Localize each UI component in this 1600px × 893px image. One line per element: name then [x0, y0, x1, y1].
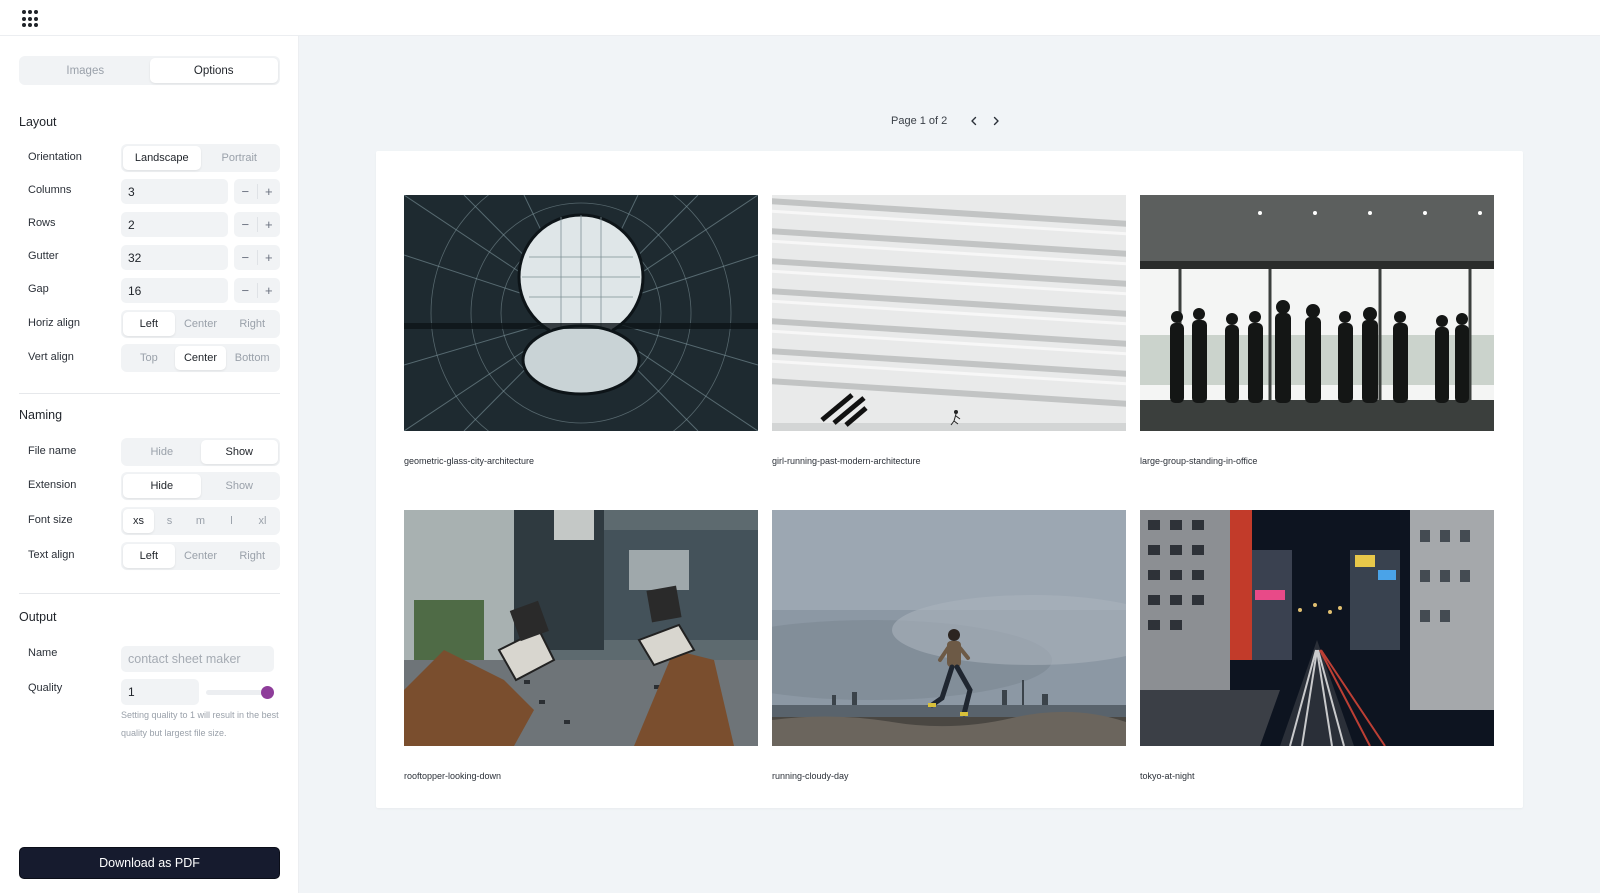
preview-area: Page 1 of 2 geometric-glass-city-archite…	[299, 36, 1600, 893]
orientation-label: Orientation	[28, 151, 82, 163]
image-thumbnail[interactable]	[1140, 510, 1494, 746]
tab-images[interactable]: Images	[21, 58, 150, 83]
runner-photo-icon	[772, 510, 1126, 746]
quality-slider-thumb[interactable]	[261, 686, 274, 699]
image-thumbnail[interactable]	[772, 195, 1126, 431]
gap-increment-button[interactable]: +	[258, 278, 281, 303]
vert-align-bottom-option[interactable]: Bottom	[226, 346, 278, 370]
output-name-input[interactable]	[121, 646, 274, 672]
section-divider	[19, 393, 280, 394]
section-divider	[19, 593, 280, 594]
chevron-left-icon	[971, 116, 977, 126]
columns-increment-button[interactable]: +	[258, 179, 281, 204]
extension-label: Extension	[28, 479, 77, 491]
naming-section-title: Naming	[19, 408, 63, 422]
rows-decrement-button[interactable]: −	[234, 212, 257, 237]
image-caption: rooftopper-looking-down	[404, 771, 502, 781]
vert-align-label: Vert align	[28, 351, 74, 363]
image-caption: tokyo-at-night	[1140, 771, 1195, 781]
horiz-align-left-option[interactable]: Left	[123, 312, 175, 336]
extension-show-option[interactable]: Show	[201, 474, 279, 498]
file-name-hide-option[interactable]: Hide	[123, 440, 201, 464]
orientation-toggle: Landscape Portrait	[121, 144, 280, 172]
file-name-toggle: Hide Show	[121, 438, 280, 466]
gutter-increment-button[interactable]: +	[258, 245, 281, 270]
pagination: Page 1 of 2	[891, 112, 1009, 130]
image-caption: geometric-glass-city-architecture	[404, 456, 535, 466]
next-page-button[interactable]	[987, 112, 1005, 130]
sidebar-tabs: Images Options	[19, 56, 280, 85]
extension-toggle: Hide Show	[121, 472, 280, 500]
app-grid-icon[interactable]	[22, 10, 40, 28]
contact-sheet-page: geometric-glass-city-architecture girl-r…	[376, 151, 1523, 808]
image-thumbnail[interactable]	[772, 510, 1126, 746]
gap-stepper: − +	[234, 278, 280, 303]
orientation-landscape-option[interactable]: Landscape	[123, 146, 201, 170]
previous-page-button[interactable]	[965, 112, 983, 130]
rows-input[interactable]: 2	[121, 212, 228, 237]
horiz-align-right-option[interactable]: Right	[226, 312, 278, 336]
horiz-align-center-option[interactable]: Center	[175, 312, 227, 336]
horiz-align-toggle: Left Center Right	[121, 310, 280, 338]
vert-align-center-option[interactable]: Center	[174, 346, 227, 370]
output-section-title: Output	[19, 610, 57, 624]
font-size-xl-option[interactable]: xl	[247, 509, 278, 533]
quality-slider[interactable]	[206, 686, 274, 699]
font-size-m-option[interactable]: m	[185, 509, 216, 533]
rows-label: Rows	[28, 217, 56, 229]
sidebar: Images Options Layout Orientation Landsc…	[0, 36, 299, 893]
font-size-label: Font size	[28, 514, 73, 526]
font-size-xs-option[interactable]: xs	[123, 509, 154, 533]
quality-input[interactable]: 1	[121, 679, 199, 705]
rows-stepper: − +	[234, 212, 280, 237]
text-align-center-option[interactable]: Center	[175, 544, 227, 568]
image-thumbnail[interactable]	[1140, 195, 1494, 431]
vert-align-top-option[interactable]: Top	[123, 346, 175, 370]
output-name-label: Name	[28, 647, 58, 659]
gutter-input[interactable]: 32	[121, 245, 228, 270]
columns-label: Columns	[28, 184, 72, 196]
image-caption: girl-running-past-modern-architecture	[772, 456, 921, 466]
gutter-decrement-button[interactable]: −	[234, 245, 257, 270]
image-caption: running-cloudy-day	[772, 771, 849, 781]
columns-input[interactable]: 3	[121, 179, 228, 204]
text-align-right-option[interactable]: Right	[226, 544, 278, 568]
quality-label: Quality	[28, 682, 63, 694]
quality-help-text: Setting quality to 1 will result in the …	[121, 710, 279, 738]
chevron-right-icon	[994, 116, 999, 126]
white-facade-photo-icon	[772, 195, 1126, 431]
layout-section-title: Layout	[19, 115, 57, 129]
rooftop-photo-icon	[404, 510, 758, 746]
download-pdf-button[interactable]: Download as PDF	[19, 847, 280, 879]
text-align-toggle: Left Center Right	[121, 542, 280, 570]
text-align-left-option[interactable]: Left	[123, 544, 175, 568]
gap-input[interactable]: 16	[121, 278, 228, 303]
font-size-toggle: xs s m l xl	[121, 507, 280, 535]
columns-decrement-button[interactable]: −	[234, 179, 257, 204]
font-size-l-option[interactable]: l	[216, 509, 247, 533]
image-thumbnail[interactable]	[404, 195, 758, 431]
page-indicator: Page 1 of 2	[891, 115, 948, 127]
font-size-s-option[interactable]: s	[154, 509, 185, 533]
extension-hide-option[interactable]: Hide	[123, 474, 201, 498]
horiz-align-label: Horiz align	[28, 317, 80, 329]
gap-decrement-button[interactable]: −	[234, 278, 257, 303]
rows-increment-button[interactable]: +	[258, 212, 281, 237]
file-name-label: File name	[28, 445, 77, 457]
city-night-photo-icon	[1140, 510, 1494, 746]
columns-stepper: − +	[234, 179, 280, 204]
gap-label: Gap	[28, 283, 49, 295]
top-bar	[0, 0, 1600, 36]
gutter-label: Gutter	[28, 250, 59, 262]
orientation-portrait-option[interactable]: Portrait	[201, 146, 279, 170]
vert-align-toggle: Top Center Bottom	[121, 344, 280, 372]
image-thumbnail[interactable]	[404, 510, 758, 746]
silhouettes-photo-icon	[1140, 195, 1494, 431]
gutter-stepper: − +	[234, 245, 280, 270]
text-align-label: Text align	[28, 549, 75, 561]
image-caption: large-group-standing-in-office	[1140, 456, 1258, 466]
tab-options[interactable]: Options	[149, 58, 278, 83]
glass-dome-photo-icon	[404, 195, 758, 431]
file-name-show-option[interactable]: Show	[200, 440, 278, 464]
